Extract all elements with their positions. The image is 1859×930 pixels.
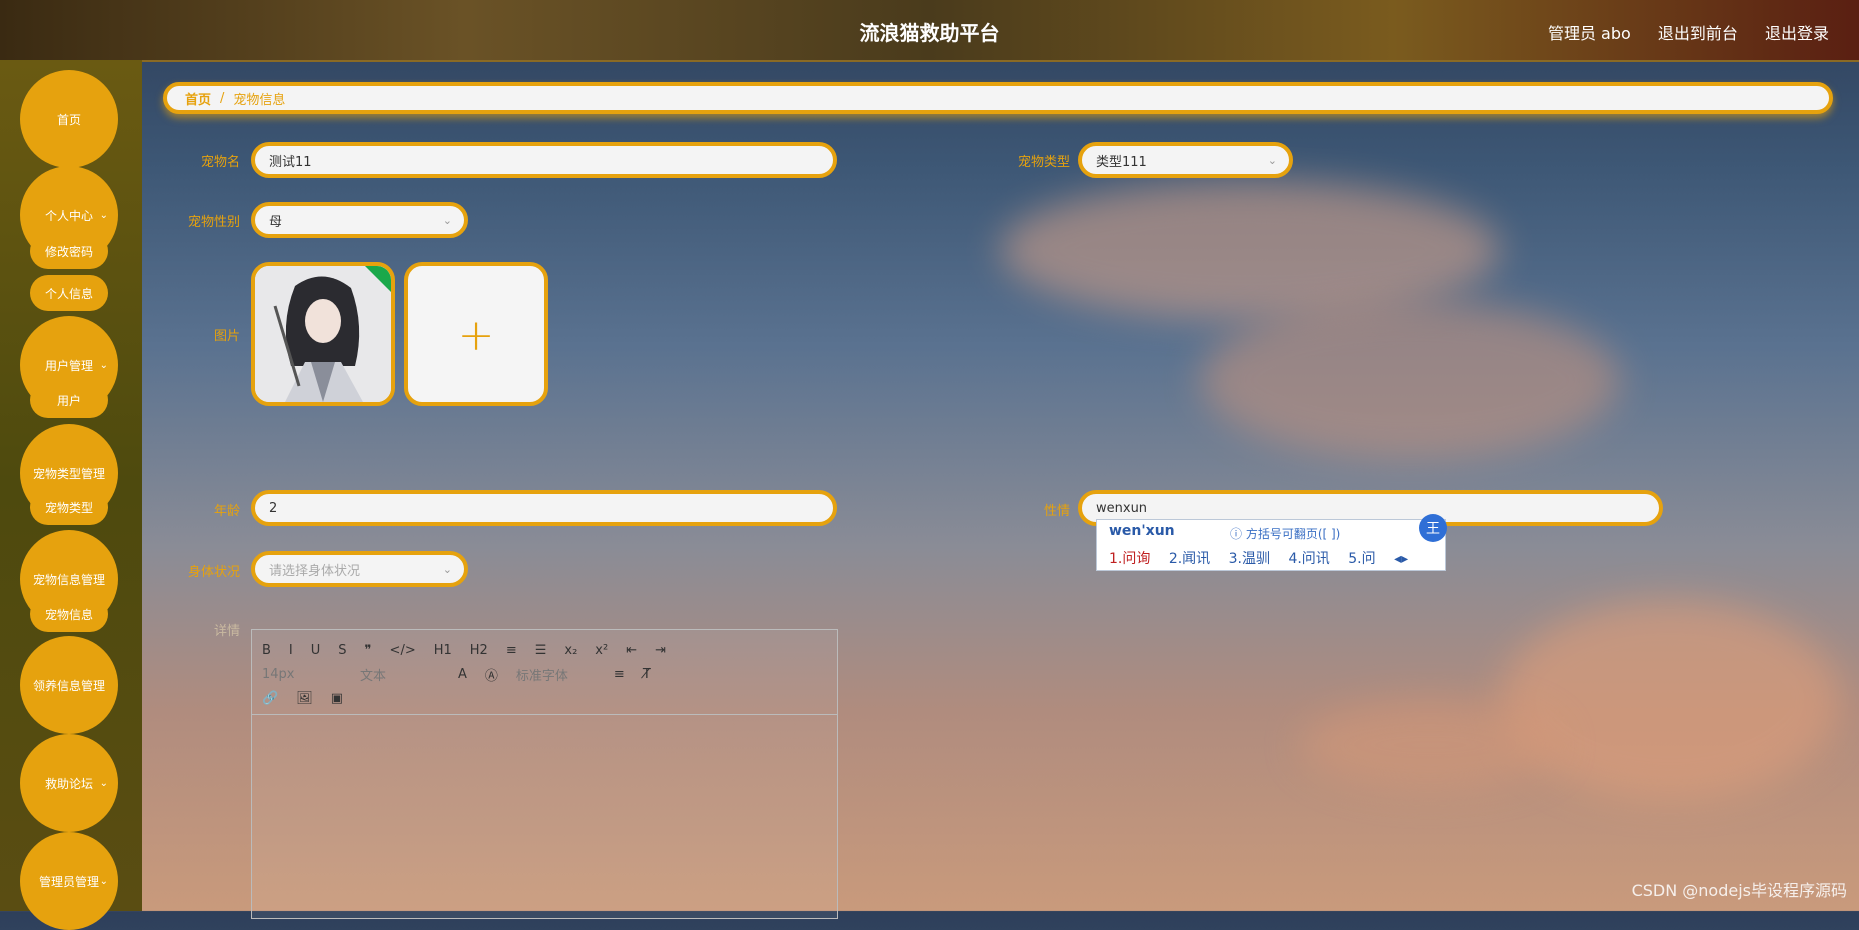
sidebar-item-label: 用户管理 xyxy=(44,358,93,373)
italic-button[interactable]: I xyxy=(289,643,293,658)
pet-gender-label: 宠物性别 xyxy=(187,215,240,230)
health-placeholder: 请选择身体状况 xyxy=(269,563,361,579)
sidebar-item-user[interactable]: 用户 xyxy=(30,382,108,418)
ime-candidate-popup[interactable]: wen'xun ⓘ 方括号可翻页([ ]) 1.问询 2.闻讯 3.温驯 4.问… xyxy=(1096,514,1447,571)
superscript-button[interactable]: x² xyxy=(595,643,608,658)
age-label: 年龄 xyxy=(213,504,240,519)
ime-pinyin: wen'xun xyxy=(1109,523,1175,539)
quote-button[interactable]: ❞ xyxy=(365,643,372,658)
h1-button[interactable]: H1 xyxy=(434,643,452,658)
ime-candidates: 1.问询 2.闻讯 3.温驯 4.问讯 5.问 ◂▸ xyxy=(1109,548,1422,568)
sidebar-item-pet-type[interactable]: 宠物类型 xyxy=(30,489,108,525)
video-icon[interactable]: ▣ xyxy=(331,691,343,706)
ime-tip: ⓘ 方括号可翻页([ ]) xyxy=(1230,527,1341,541)
sidebar-item-label: 用户 xyxy=(56,393,81,408)
sidebar-item-label: 管理员管理 xyxy=(38,874,99,889)
subscript-button[interactable]: x₂ xyxy=(564,643,577,658)
sidebar-item-label: 救助论坛 xyxy=(44,776,93,791)
sidebar-item-pet-info[interactable]: 宠物信息 xyxy=(30,596,108,632)
align-icon[interactable]: ≡ xyxy=(614,667,625,682)
underline-button[interactable]: U xyxy=(311,643,321,658)
pet-gender-select[interactable]: 母 ⌄ xyxy=(251,202,468,238)
page-arrows-icon[interactable]: ◂▸ xyxy=(1394,551,1408,567)
ordered-list-button[interactable]: ≡ xyxy=(506,643,517,658)
sidebar-item-forum[interactable]: 救助论坛 ⌄ xyxy=(20,734,118,832)
ime-logo-icon: 王 xyxy=(1419,514,1447,542)
sidebar-item-home[interactable]: 首页 xyxy=(20,70,118,168)
ime-candidate[interactable]: 4.问讯 xyxy=(1288,551,1329,567)
health-select[interactable]: 请选择身体状况 ⌄ xyxy=(251,551,468,587)
text-color-icon[interactable]: A xyxy=(458,667,467,682)
breadcrumb-home[interactable]: 首页 xyxy=(185,89,211,108)
health-label: 身体状况 xyxy=(187,565,240,580)
editor-toolbar: B I U S ❞ </> H1 H2 ≡ ☰ x₂ x² ⇤ ⇥ 14px 文… xyxy=(252,630,837,715)
admin-user-link[interactable]: 管理员 abo xyxy=(1548,24,1631,43)
sidebar-item-label: 宠物类型管理 xyxy=(32,466,105,481)
sidebar-item-label: 宠物信息管理 xyxy=(32,572,105,587)
link-icon[interactable]: 🔗 xyxy=(262,691,278,706)
image-label: 图片 xyxy=(213,329,240,344)
plus-icon: + xyxy=(457,310,495,361)
ime-candidate[interactable]: 5.问 xyxy=(1348,551,1375,567)
back-to-front-link[interactable]: 退出到前台 xyxy=(1658,24,1738,43)
ime-candidate[interactable]: 3.温驯 xyxy=(1229,551,1270,567)
ime-candidate[interactable]: 1.问询 xyxy=(1109,551,1150,567)
image-icon[interactable]: 🖼 xyxy=(296,691,313,706)
pet-name-label: 宠物名 xyxy=(200,155,240,170)
detail-label: 详情 xyxy=(213,624,240,639)
watermark: CSDN @nodejs毕设程序源码 xyxy=(1631,881,1847,900)
h2-button[interactable]: H2 xyxy=(470,643,488,658)
pet-photo xyxy=(255,266,391,402)
sidebar-item-label: 修改密码 xyxy=(44,244,93,259)
bullet-list-button[interactable]: ☰ xyxy=(535,643,547,658)
sidebar-item-label: 宠物信息 xyxy=(44,607,93,622)
sidebar: 首页 个人中心 ⌄ 修改密码 个人信息 用户管理 ⌄ 用户 宠物类型管理 宠物类型 … xyxy=(0,60,142,930)
age-input[interactable]: 2 xyxy=(251,490,837,526)
font-family-select[interactable]: 标准字体 xyxy=(516,665,596,684)
sidebar-item-change-password[interactable]: 修改密码 xyxy=(30,233,108,269)
image-upload-button[interactable]: + xyxy=(404,262,548,406)
chevron-down-icon: ⌄ xyxy=(442,562,452,576)
sidebar-item-label: 首页 xyxy=(56,112,81,127)
strike-button[interactable]: S xyxy=(338,643,346,658)
chevron-down-icon: ⌄ xyxy=(99,360,108,371)
temper-label: 性情 xyxy=(1043,504,1070,519)
bold-button[interactable]: B xyxy=(262,643,271,658)
sidebar-item-adopt-mgmt[interactable]: 领养信息管理 xyxy=(20,636,118,734)
sidebar-item-label: 领养信息管理 xyxy=(32,678,105,693)
indent-button[interactable]: ⇥ xyxy=(655,643,666,658)
pet-gender-value: 母 xyxy=(269,214,283,230)
chevron-down-icon: ⌄ xyxy=(99,210,108,221)
font-size-select[interactable]: 14px xyxy=(262,667,342,682)
pet-name-input[interactable]: 测试11 xyxy=(251,142,837,178)
logout-link[interactable]: 退出登录 xyxy=(1765,24,1829,43)
breadcrumb-separator: / xyxy=(220,90,225,106)
header-links: 管理员 abo 退出到前台 退出登录 xyxy=(1526,20,1829,44)
breadcrumb-current: 宠物信息 xyxy=(233,92,286,108)
code-button[interactable]: </> xyxy=(390,643,416,658)
sidebar-item-label: 个人中心 xyxy=(44,208,93,223)
sidebar-item-label: 个人信息 xyxy=(44,286,93,301)
pet-type-value: 类型111 xyxy=(1096,154,1147,170)
pet-type-label: 宠物类型 xyxy=(1017,155,1070,170)
sidebar-item-admin-mgmt[interactable]: 管理员管理 ⌄ xyxy=(20,832,118,930)
top-bar: 流浪猫救助平台 管理员 abo 退出到前台 退出登录 xyxy=(0,0,1859,62)
sidebar-item-personal-info[interactable]: 个人信息 xyxy=(30,275,108,311)
rich-text-editor[interactable]: B I U S ❞ </> H1 H2 ≡ ☰ x₂ x² ⇤ ⇥ 14px 文… xyxy=(251,629,838,919)
outdent-button[interactable]: ⇤ xyxy=(626,643,637,658)
chevron-down-icon: ⌄ xyxy=(99,876,108,887)
pet-type-select[interactable]: 类型111 ⌄ xyxy=(1078,142,1293,178)
uploaded-image[interactable] xyxy=(251,262,395,406)
clear-format-icon[interactable]: T̸ xyxy=(643,667,651,682)
format-select[interactable]: 文本 xyxy=(360,665,440,684)
background-color-icon[interactable]: Ⓐ xyxy=(485,665,498,684)
sidebar-item-label: 宠物类型 xyxy=(44,500,93,515)
breadcrumb: 首页 / 宠物信息 xyxy=(163,82,1833,114)
chevron-down-icon: ⌄ xyxy=(99,778,108,789)
chevron-down-icon: ⌄ xyxy=(1267,153,1277,167)
ime-candidate[interactable]: 2.闻讯 xyxy=(1169,551,1210,567)
chevron-down-icon: ⌄ xyxy=(442,213,452,227)
